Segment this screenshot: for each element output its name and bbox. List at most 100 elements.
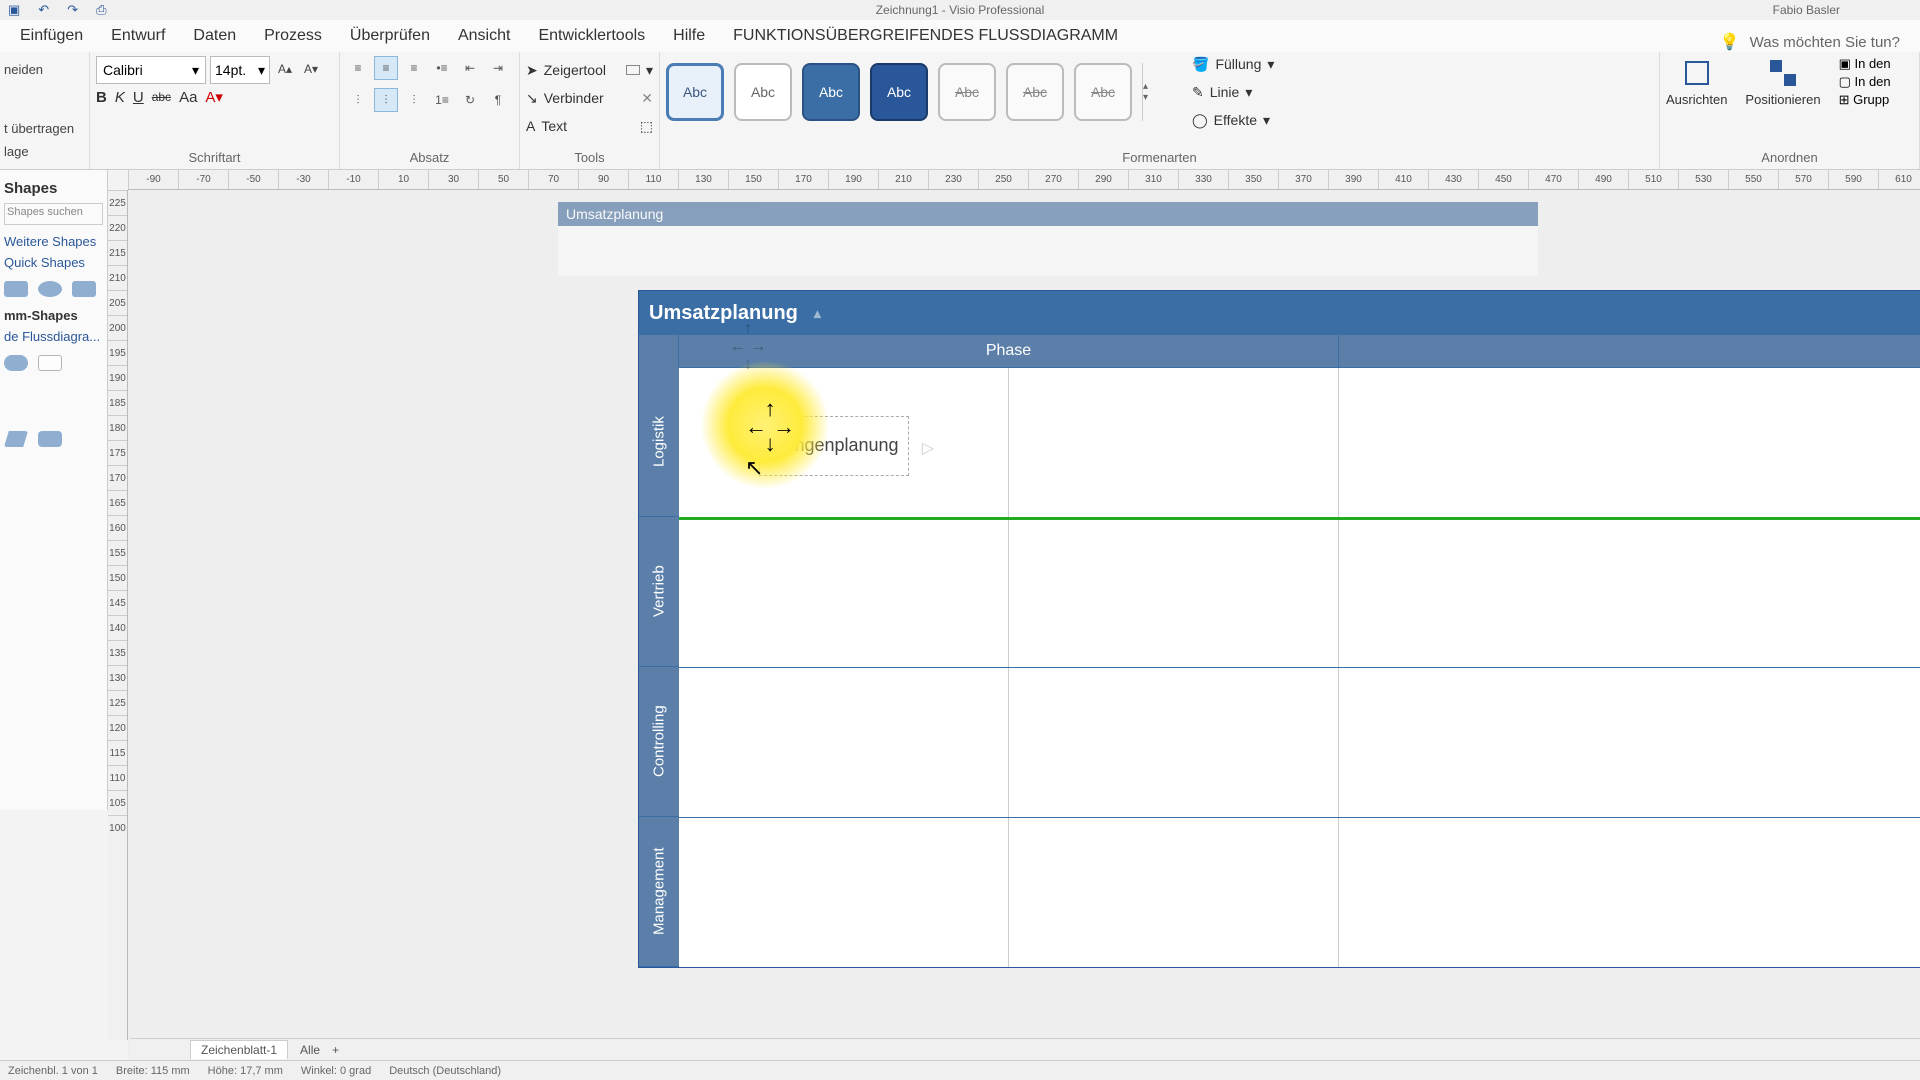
lane-cell[interactable] [679,668,1009,817]
more-shapes-link[interactable]: Weitere Shapes [4,231,103,252]
indent-inc-button[interactable]: ⇥ [486,56,510,80]
rotate-button[interactable]: ↻ [458,88,482,112]
tab-ueberpruefen[interactable]: Überprüfen [336,18,444,52]
shrink-font-button[interactable]: A▾ [300,56,322,82]
style-thumb-1[interactable]: Abc [666,63,724,121]
cut-button[interactable]: neiden [4,58,85,81]
collapse-icon[interactable]: ▴ [814,305,821,322]
position-button[interactable]: Positionieren [1745,56,1820,107]
swimlane-pool[interactable]: Umsatzplanung ▴ Phase Logistik Vertrieb … [638,290,1920,968]
lane-cell[interactable] [1009,818,1339,967]
tell-me-search[interactable]: 💡 Was möchten Sie tun? [1720,32,1900,52]
bring-forward-button[interactable]: ▣ In den [1839,56,1891,72]
style-thumb-3[interactable]: Abc [802,63,860,121]
connector-tool[interactable]: ↘ Verbinder ✕ [526,84,653,112]
bold-button[interactable]: B [96,89,107,106]
style-thumb-7[interactable]: Abc [1074,63,1132,121]
tab-ansicht[interactable]: Ansicht [444,18,524,52]
shape-rounded-rect[interactable] [38,431,62,447]
line-button[interactable]: ✎ Linie▾ [1192,80,1274,104]
effects-button[interactable]: ◯ Effekte▾ [1192,108,1274,132]
lane-cell[interactable] [1009,518,1339,667]
close-icon[interactable]: ✕ [641,90,653,107]
font-size-select[interactable]: 14pt. ▾ [210,56,270,84]
sheet-add-button[interactable]: + [332,1043,339,1057]
mini-shape-rounded[interactable] [72,281,96,297]
shapes-cat-2[interactable]: de Flussdiagra... [4,326,103,347]
connector-hint-left-icon[interactable]: ◁ [734,439,746,458]
font-color-button[interactable]: A▾ [205,88,223,106]
lane-resize-indicator[interactable] [679,517,1920,520]
strike-button[interactable]: abc [152,90,171,104]
tab-flussdiagramm[interactable]: FUNKTIONSÜBERGREIFENDES FLUSSDIAGRAMM [719,18,1132,52]
align-top-button[interactable]: ⫶ [346,88,370,112]
align-middle-button[interactable]: ⫶ [374,88,398,112]
lane-cell[interactable]: ◁ Mengenplanung ▷ [679,368,1009,517]
mini-shape-rect[interactable] [4,281,28,297]
align-button[interactable]: Ausrichten [1666,56,1727,107]
case-button[interactable]: Aa [179,89,197,106]
numbering-button[interactable]: 1≡ [430,88,454,112]
styles-more-button[interactable]: ▴▾ [1142,63,1162,121]
lane-cell[interactable] [1009,368,1339,517]
lane-logistik[interactable]: ◁ Mengenplanung ▷ [679,367,1920,517]
style-thumb-4[interactable]: Abc [870,63,928,121]
tab-entwurf[interactable]: Entwurf [97,18,179,52]
shape-pill[interactable] [4,355,28,371]
align-left-button[interactable]: ≡ [346,56,370,80]
text-box-icon[interactable]: ⬚ [640,118,653,135]
lane-cell[interactable] [679,818,1009,967]
pointer-tool[interactable]: ➤ Zeigertool ▾ [526,56,653,84]
font-family-select[interactable]: Calibri ▾ [96,56,206,84]
lane-cell[interactable] [1339,818,1920,967]
lane-management[interactable] [679,817,1920,967]
drawing-canvas[interactable]: Umsatzplanung Umsatzplanung ▴ Phase Logi… [128,190,1920,1060]
align-bottom-button[interactable]: ⫶ [402,88,426,112]
lane-controlling[interactable] [679,667,1920,817]
sheet-all[interactable]: Alle [300,1043,320,1057]
lane-cell[interactable] [1339,668,1920,817]
align-center-button[interactable]: ≡ [374,56,398,80]
grow-font-button[interactable]: A▴ [274,56,296,82]
send-backward-button[interactable]: ▢ In den [1839,74,1891,90]
pool-title-bar[interactable]: Umsatzplanung ▴ [639,291,1920,335]
tab-daten[interactable]: Daten [179,18,250,52]
connector-hint-right-icon[interactable]: ▷ [922,439,934,458]
quick-shapes-link[interactable]: Quick Shapes [4,252,103,273]
tab-entwicklertools[interactable]: Entwicklertools [524,18,659,52]
indent-dec-button[interactable]: ⇤ [458,56,482,80]
lane-cell[interactable] [1009,668,1339,817]
group-button[interactable]: ⊞ Grupp [1839,92,1891,108]
lane-cell[interactable] [1339,518,1920,667]
shapes-search-input[interactable]: Shapes suchen [4,203,103,225]
format-transfer-button[interactable]: t übertragen [4,117,85,140]
lane-label-vertrieb[interactable]: Vertrieb [639,517,679,667]
shape-box[interactable] [38,355,62,371]
print-icon[interactable]: ⎙ [96,2,106,18]
undo-icon[interactable]: ↶ [38,2,49,18]
tab-prozess[interactable]: Prozess [250,18,336,52]
text-tool[interactable]: A Text ⬚ [526,112,653,140]
sheet-tab-1[interactable]: Zeichenblatt-1 [190,1040,288,1059]
align-right-button[interactable]: ≡ [402,56,426,80]
spacing-button[interactable]: ¶ [486,88,510,112]
style-thumb-5[interactable]: Abc [938,63,996,121]
lane-vertrieb[interactable] [679,517,1920,667]
bullets-button[interactable]: •≡ [430,56,454,80]
lane-cell[interactable] [1339,368,1920,517]
phase-2[interactable] [1339,335,1920,367]
phase-1[interactable]: Phase [679,335,1339,367]
fill-button[interactable]: 🪣 Füllung▾ [1192,52,1274,76]
tab-hilfe[interactable]: Hilfe [659,18,719,52]
shapes-cat-1[interactable]: mm-Shapes [4,305,103,326]
redo-icon[interactable]: ↷ [67,2,78,18]
style-thumb-2[interactable]: Abc [734,63,792,121]
lane-label-management[interactable]: Management [639,817,679,967]
style-thumb-6[interactable]: Abc [1006,63,1064,121]
tab-einfuegen[interactable]: Einfügen [6,18,97,52]
shape-mengenplanung[interactable]: ◁ Mengenplanung ▷ [759,416,909,476]
underline-button[interactable]: U [133,89,144,106]
mini-shape-circle[interactable] [38,281,62,297]
save-icon[interactable]: ▣ [8,2,20,18]
rect-icon[interactable] [626,65,640,75]
